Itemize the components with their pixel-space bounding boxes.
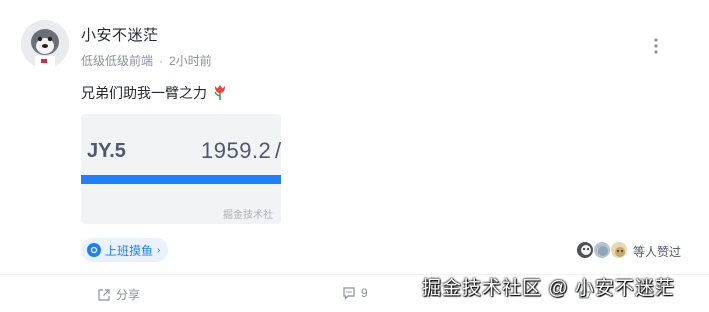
liker-avatar <box>593 241 611 259</box>
post-text: 兄弟们助我一臂之力 <box>81 85 207 101</box>
post-time: 2小时前 <box>169 54 212 68</box>
vertical-dots-icon <box>654 38 658 54</box>
share-icon <box>98 288 110 301</box>
more-options-button[interactable] <box>646 36 666 56</box>
user-level: 低级低级前端 <box>81 54 154 68</box>
liker-avatar <box>576 241 594 259</box>
topic-label: 上班摸鱼 <box>105 243 154 258</box>
share-label: 分享 <box>116 288 141 302</box>
liker-avatars[interactable] <box>576 241 630 259</box>
image-progress-bar <box>81 175 281 184</box>
platform-watermark: 掘金技术社区 @ 小安不迷茫 <box>422 278 675 299</box>
post-card: 小安不迷茫 低级低级前端 · 2小时前 兄弟们助我一臂之力 JY.5 1959.2 … <box>0 0 709 312</box>
username[interactable]: 小安不迷茫 <box>81 24 159 45</box>
post-image[interactable]: JY.5 1959.2 / 掘金技术社 <box>81 114 281 224</box>
avatar[interactable] <box>21 20 69 68</box>
separator-dot: · <box>159 54 164 68</box>
image-slash: / <box>275 138 281 163</box>
liker-avatar <box>610 241 628 259</box>
topic-tag[interactable]: 上班摸鱼 › <box>81 238 169 262</box>
comment-count: 9 <box>361 286 368 300</box>
image-label-left: JY.5 <box>87 140 126 162</box>
topic-icon <box>87 243 101 257</box>
image-watermark: 掘金技术社 <box>223 210 273 221</box>
likers-text: 等人赞过 <box>633 245 682 259</box>
chevron-right-icon: › <box>157 244 161 256</box>
tulip-icon <box>214 85 225 100</box>
post-meta: 低级低级前端 · 2小时前 <box>81 52 212 69</box>
comment-icon <box>343 287 355 300</box>
dog-avatar-icon <box>21 20 69 68</box>
comment-button[interactable]: 9 <box>342 286 368 300</box>
image-value: 1959.2 <box>201 138 272 163</box>
share-button[interactable]: 分享 <box>97 286 140 303</box>
